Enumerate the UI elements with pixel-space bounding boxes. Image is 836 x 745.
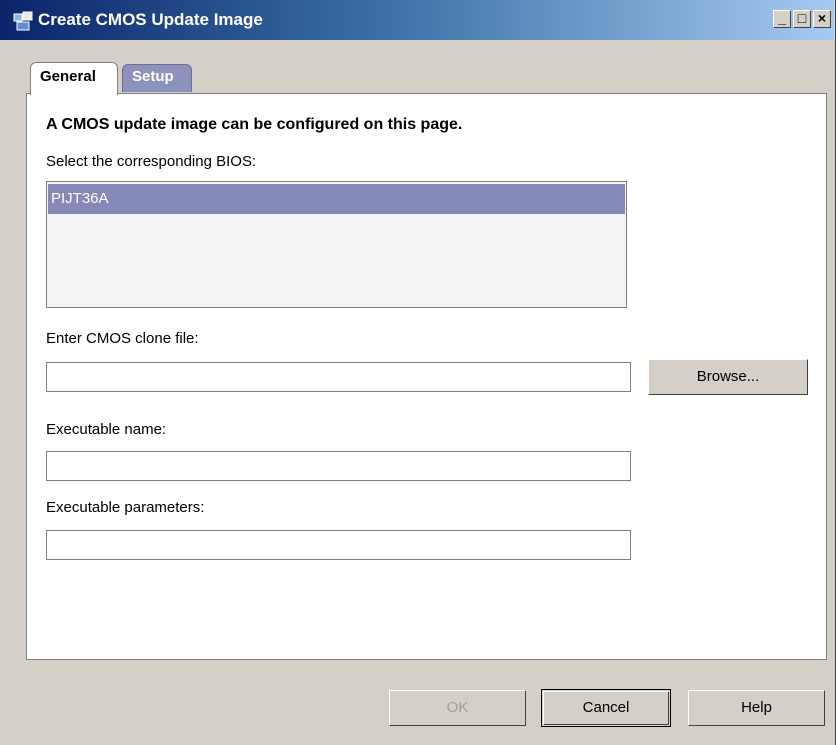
minimize-button[interactable]: _ — [773, 10, 791, 28]
browse-button[interactable]: Browse... — [648, 359, 808, 395]
cancel-button-label: Cancel — [582, 699, 630, 716]
clone-file-label: Enter CMOS clone file: — [46, 330, 199, 347]
dialog-window: Create CMOS Update Image _ □ × General S… — [0, 0, 836, 745]
cancel-button[interactable]: Cancel — [543, 691, 669, 725]
window-title: Create CMOS Update Image — [38, 10, 263, 29]
minimize-icon: _ — [778, 10, 786, 26]
title-bar[interactable]: Create CMOS Update Image _ □ × — [0, 0, 834, 40]
help-button-label: Help — [741, 699, 772, 716]
ok-button-label: OK — [446, 699, 469, 716]
bios-label: Select the corresponding BIOS: — [46, 153, 257, 170]
tab-general[interactable]: General — [30, 62, 118, 95]
browse-button-label: Browse... — [696, 368, 760, 385]
executable-parameters-label: Executable parameters: — [46, 499, 205, 516]
help-button[interactable]: Help — [688, 690, 825, 726]
maximize-icon: □ — [797, 10, 807, 26]
bios-listbox[interactable]: PIJT36A — [46, 181, 627, 308]
executable-parameters-input[interactable] — [46, 530, 631, 560]
maximize-button[interactable]: □ — [793, 10, 811, 28]
clone-file-input[interactable] — [46, 362, 631, 392]
page-heading: A CMOS update image can be configured on… — [46, 116, 463, 133]
bios-list-item[interactable]: PIJT36A — [48, 184, 625, 214]
executable-name-input[interactable] — [46, 451, 631, 481]
app-icon — [13, 11, 33, 31]
ok-button[interactable]: OK — [389, 690, 526, 726]
executable-name-label: Executable name: — [46, 421, 167, 438]
close-icon: × — [817, 10, 827, 26]
tab-setup[interactable]: Setup — [122, 64, 192, 92]
close-button[interactable]: × — [813, 10, 831, 28]
